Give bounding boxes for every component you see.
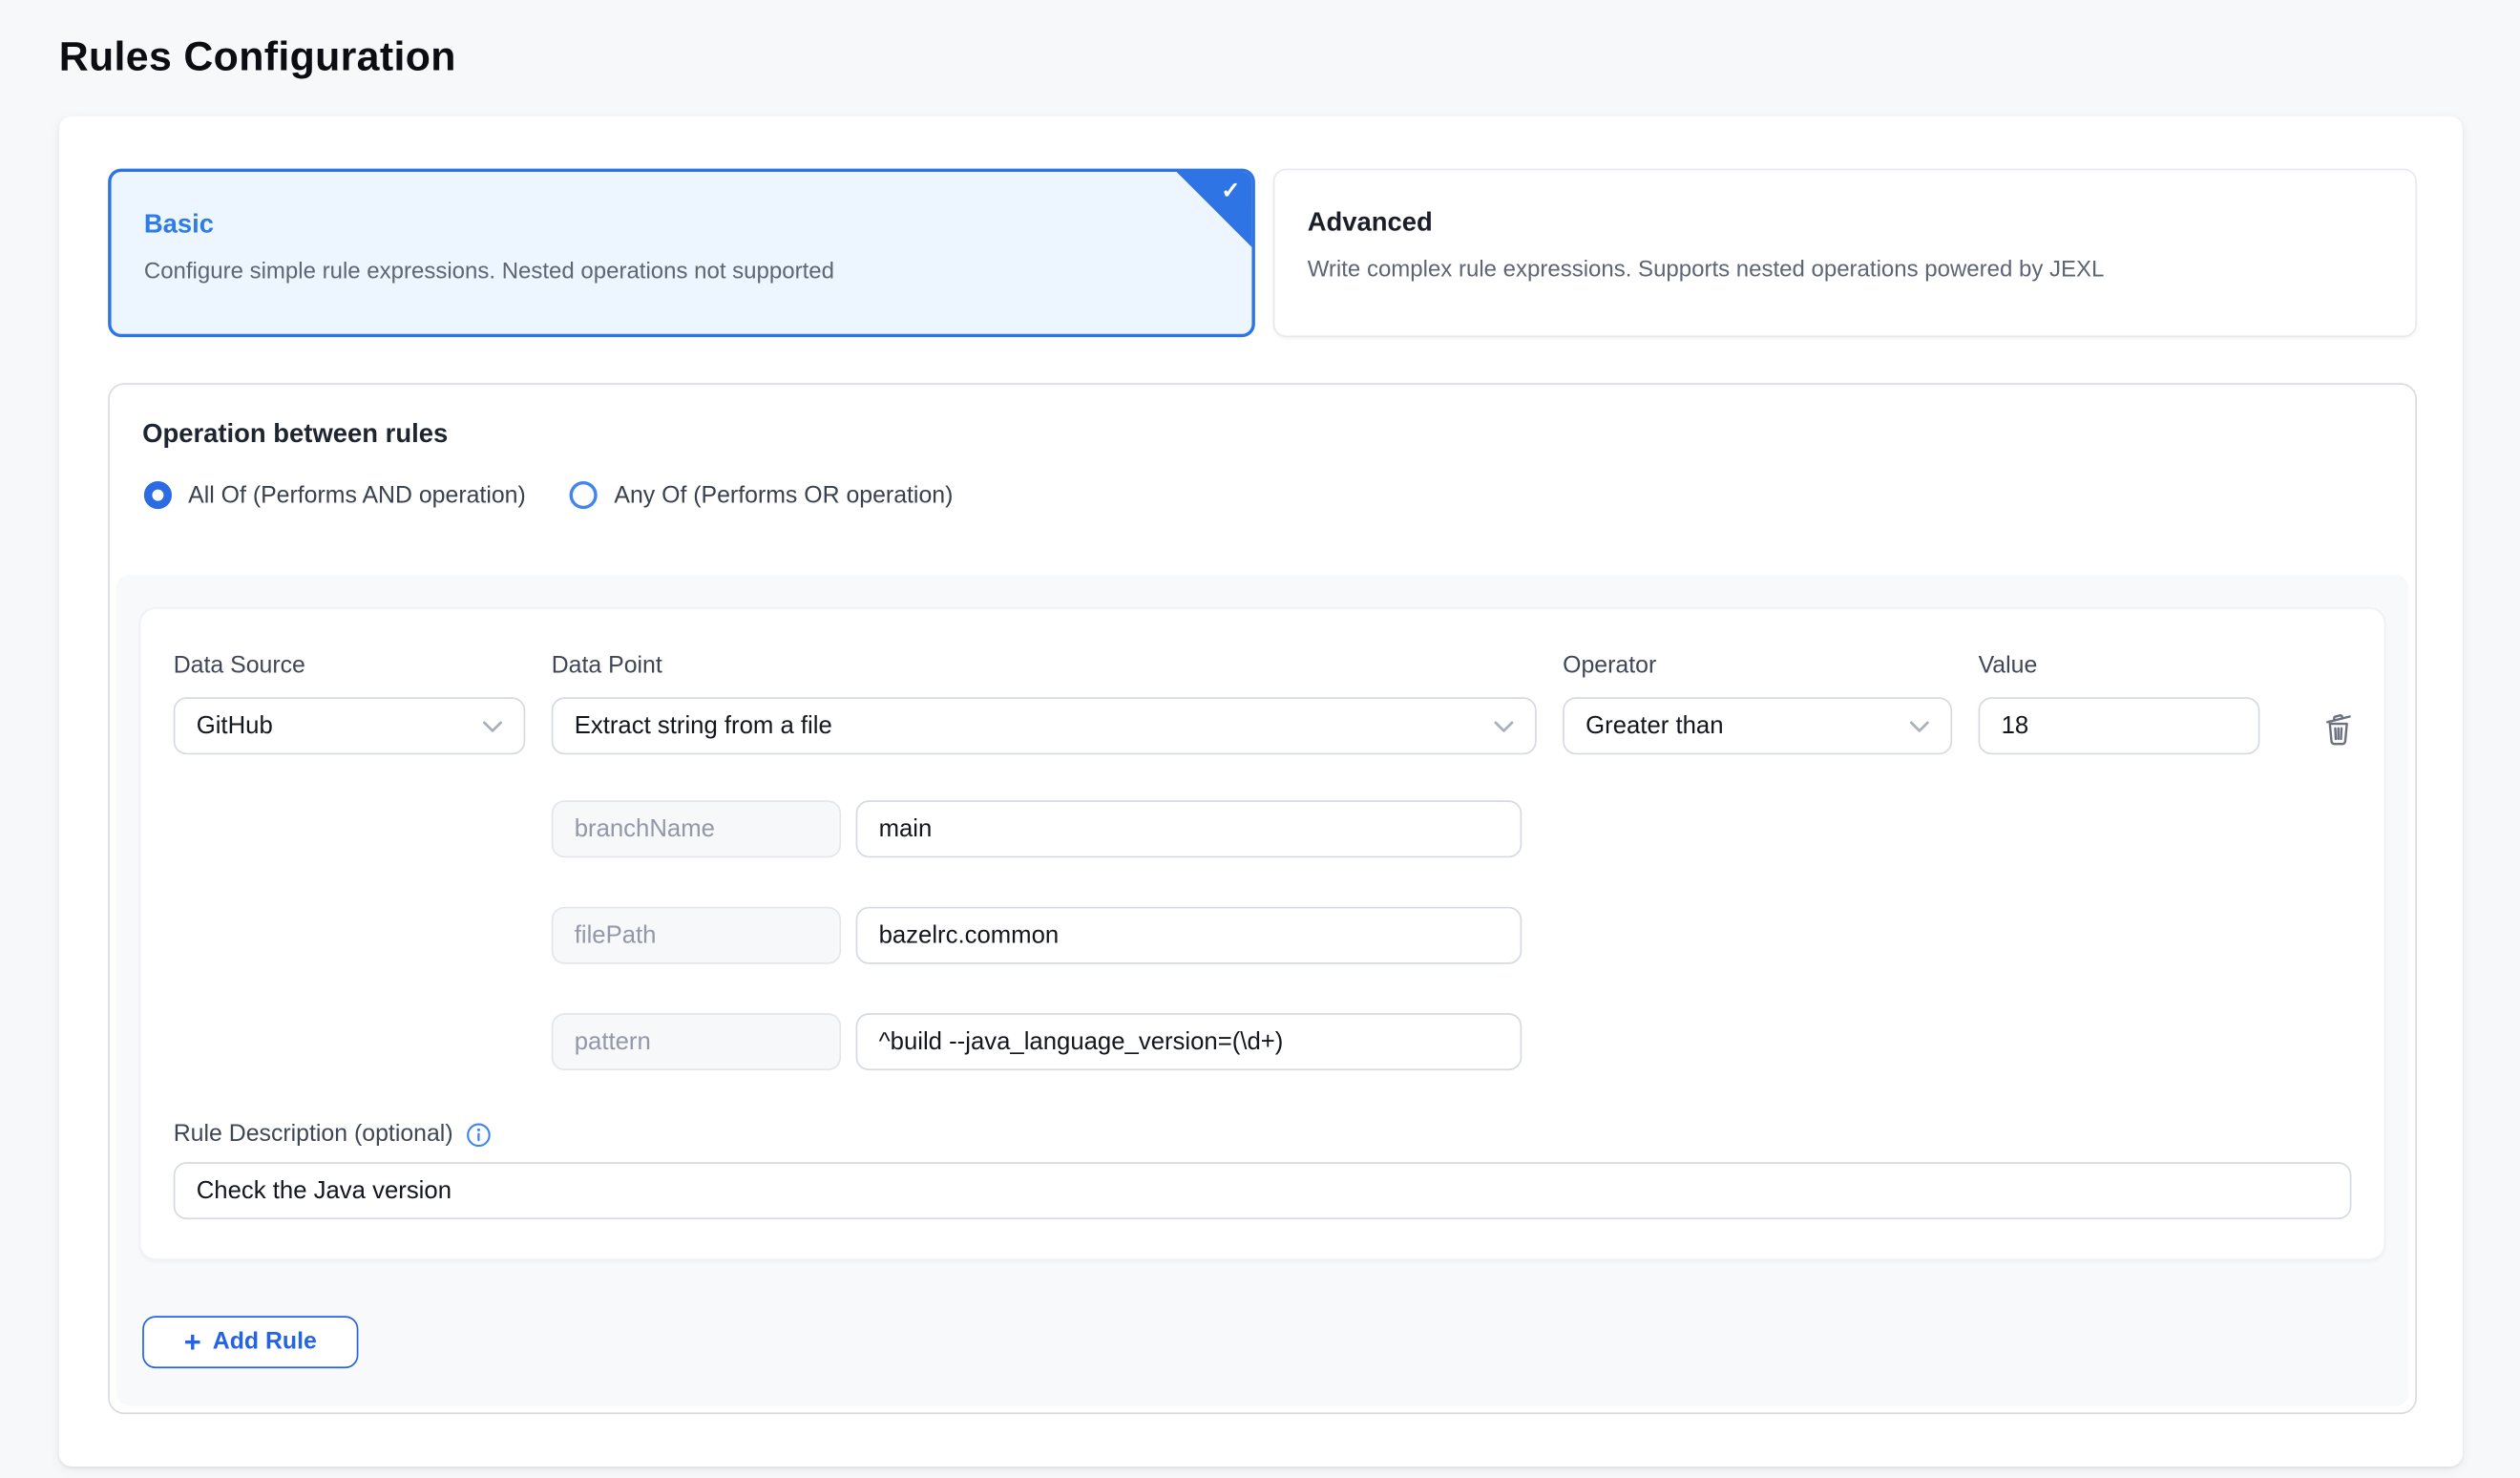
mode-advanced-description: Write complex rule expressions. Supports… (1308, 255, 2383, 281)
field-data-point: Data Point Extract string from a file (552, 653, 1537, 754)
mode-basic-description: Configure simple rule expressions. Neste… (144, 257, 1219, 283)
add-rule-label: Add Rule (213, 1329, 317, 1355)
trash-icon (2322, 710, 2355, 747)
rule-card: Data Source GitHub Data Point Extract st… (139, 607, 2386, 1260)
mode-basic-title: Basic (144, 211, 1219, 241)
radio-unselected-icon[interactable] (570, 481, 598, 509)
operator-select[interactable]: Greater than (1563, 697, 1952, 754)
data-source-value: GitHub (197, 712, 273, 740)
branch-name-input[interactable] (856, 800, 1522, 857)
operation-heading: Operation between rules (110, 385, 2415, 451)
delete-rule-button[interactable] (2322, 710, 2355, 747)
data-source-select[interactable]: GitHub (174, 697, 526, 754)
rule-fields-row: Data Source GitHub Data Point Extract st… (140, 609, 2384, 755)
pattern-input[interactable] (856, 1013, 1522, 1070)
chevron-down-icon (1910, 719, 1930, 732)
operation-options: All Of (Performs AND operation) Any Of (… (144, 481, 2415, 509)
rules-panel: Operation between rules All Of (Performs… (108, 383, 2417, 1414)
param-row-pattern: pattern (552, 1013, 2384, 1070)
data-point-value: Extract string from a file (575, 712, 832, 740)
file-path-input[interactable] (856, 907, 1522, 964)
rules-configuration-page: Rules Configuration ✓ Basic Configure si… (0, 0, 2520, 1478)
param-key-chip: pattern (552, 1013, 841, 1070)
mode-card-basic[interactable]: ✓ Basic Configure simple rule expression… (108, 169, 1255, 338)
mode-selector: ✓ Basic Configure simple rule expression… (108, 169, 2417, 338)
chevron-down-icon (483, 719, 503, 732)
data-point-select[interactable]: Extract string from a file (552, 697, 1537, 754)
radio-option-all-of[interactable]: All Of (Performs AND operation) (144, 481, 526, 509)
mode-card-advanced[interactable]: Advanced Write complex rule expressions.… (1273, 169, 2417, 338)
rule-description-input[interactable] (174, 1162, 2352, 1219)
radio-all-of-label: All Of (Performs AND operation) (188, 482, 526, 508)
data-point-label: Data Point (552, 653, 1537, 679)
value-input[interactable] (1979, 697, 2260, 754)
check-icon: ✓ (1221, 177, 1240, 204)
mode-advanced-title: Advanced (1308, 209, 2383, 239)
param-row-branch-name: branchName (552, 800, 2384, 857)
radio-option-any-of[interactable]: Any Of (Performs OR operation) (570, 481, 953, 509)
param-row-file-path: filePath (552, 907, 2384, 964)
page-title: Rules Configuration (0, 0, 2520, 82)
field-data-source: Data Source GitHub (174, 653, 526, 754)
operator-label: Operator (1563, 653, 1952, 679)
rule-description-label: Rule Description (optional) (174, 1121, 453, 1147)
operator-value: Greater than (1586, 712, 1723, 740)
plus-icon: + (184, 1326, 201, 1356)
rules-list-section: Data Source GitHub Data Point Extract st… (116, 575, 2409, 1406)
value-label: Value (1979, 653, 2260, 679)
description-info-button[interactable] (466, 1122, 491, 1147)
chevron-down-icon (1494, 719, 1514, 732)
add-rule-button[interactable]: + Add Rule (142, 1316, 358, 1368)
radio-selected-icon[interactable] (144, 481, 172, 509)
param-key-chip: branchName (552, 800, 841, 857)
selected-corner-ribbon (1177, 172, 1252, 247)
field-value: Value (1979, 653, 2260, 754)
data-source-label: Data Source (174, 653, 526, 679)
field-operator: Operator Greater than (1563, 653, 1952, 754)
param-key-chip: filePath (552, 907, 841, 964)
configuration-card: ✓ Basic Configure simple rule expression… (59, 116, 2463, 1467)
info-icon (466, 1122, 491, 1147)
rule-description-label-row: Rule Description (optional) (174, 1121, 2384, 1147)
radio-any-of-label: Any Of (Performs OR operation) (614, 482, 953, 508)
